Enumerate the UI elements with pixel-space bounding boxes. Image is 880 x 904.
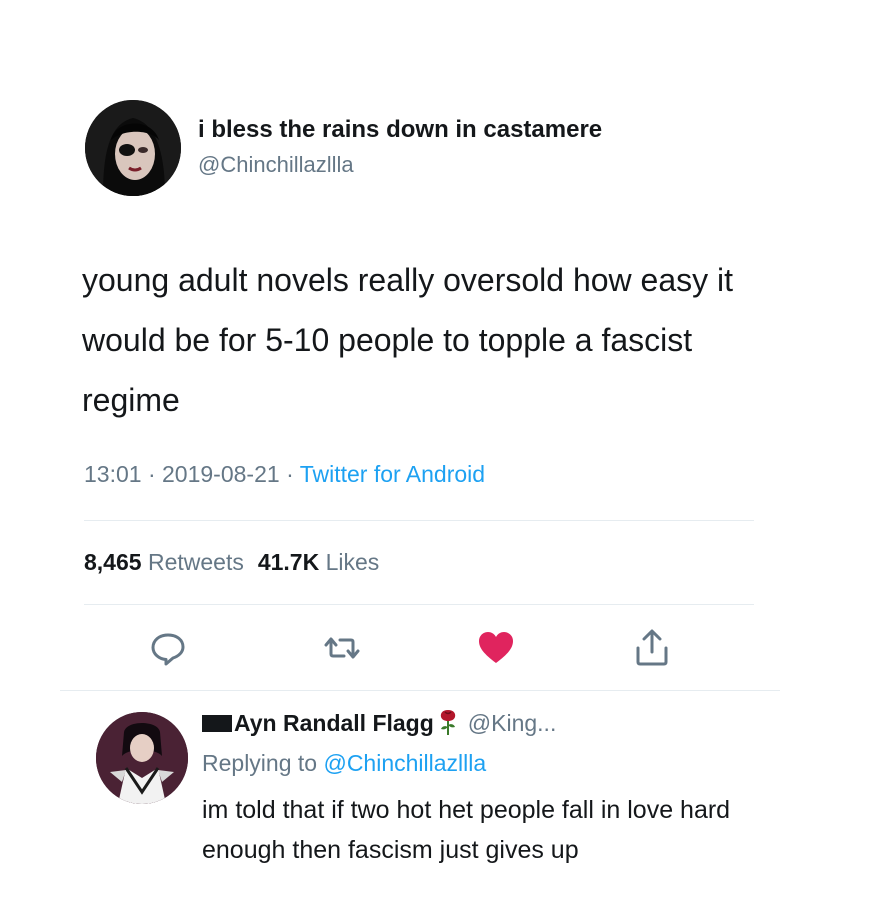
divider — [84, 604, 754, 605]
reply-button[interactable] — [148, 628, 188, 668]
divider — [60, 690, 780, 691]
meta-separator: · — [286, 461, 300, 487]
reply-author-name[interactable]: Ayn Randall Flagg — [234, 710, 434, 736]
replying-to-label: Replying to — [202, 750, 318, 776]
tweet-detail: i bless the rains down in castamere @Chi… — [0, 0, 880, 904]
likes-stat[interactable]: 41.7K Likes — [258, 549, 379, 575]
avatar-image — [85, 100, 181, 196]
author-name[interactable]: i bless the rains down in castamere — [198, 116, 602, 144]
reply-author-handle[interactable]: @King... — [468, 710, 557, 736]
tweet-stats: 8,465 Retweets 41.7K Likes — [84, 549, 379, 576]
divider — [84, 520, 754, 521]
like-button[interactable] — [476, 628, 516, 668]
tweet-time[interactable]: 13:01 — [84, 461, 142, 487]
tweet-text: young adult novels really oversold how e… — [82, 262, 734, 418]
flag-icon — [202, 715, 232, 732]
replying-to-mention[interactable]: @Chinchillazllla — [323, 750, 486, 776]
avatar-image — [96, 712, 188, 804]
tweet-meta: 13:01 · 2019-08-21 · Twitter for Android — [84, 461, 485, 488]
rose-icon — [440, 710, 455, 735]
retweet-icon — [324, 637, 360, 659]
reply-text: im told that if two hot het people fall … — [202, 796, 731, 864]
likes-count: 41.7K — [257, 549, 320, 575]
retweet-button[interactable] — [322, 628, 362, 668]
heart-fill — [479, 632, 513, 663]
likes-label: Likes — [325, 549, 380, 575]
comment-bubble-icon — [151, 633, 185, 666]
author-handle[interactable]: @Chinchillazllla — [198, 152, 354, 178]
retweets-count: 8,465 — [84, 549, 142, 575]
reply-author-avatar[interactable] — [96, 712, 188, 804]
retweets-stat[interactable]: 8,465 Retweets — [84, 549, 244, 575]
tweet-date[interactable]: 2019-08-21 — [162, 461, 280, 487]
heart-icon — [479, 632, 513, 663]
share-button[interactable] — [632, 628, 672, 668]
share-icon — [636, 629, 668, 666]
meta-separator: · — [147, 461, 163, 487]
tweet-source[interactable]: Twitter for Android — [300, 461, 485, 487]
author-avatar[interactable] — [85, 100, 181, 196]
reply-header: Ayn Randall Flagg @King... — [202, 708, 556, 737]
replying-to: Replying to @Chinchillazllla — [202, 750, 486, 777]
retweets-label: Retweets — [147, 549, 244, 575]
